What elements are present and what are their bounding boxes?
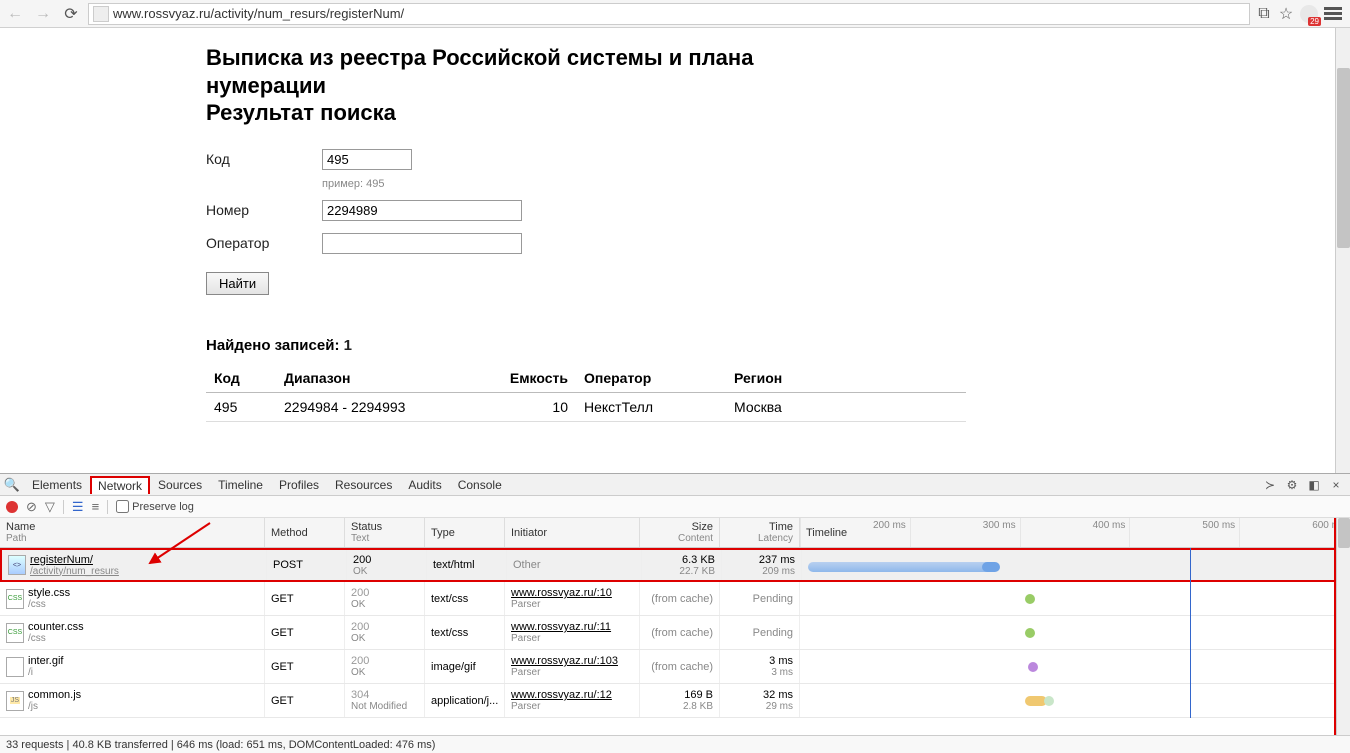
clear-button[interactable]: ⊘ — [26, 499, 37, 515]
js-file-icon — [6, 691, 24, 711]
hint-code: пример: 495 — [322, 178, 1335, 190]
th-region: Регион — [726, 364, 966, 393]
page-scrollbar[interactable] — [1335, 28, 1350, 473]
network-row[interactable]: style.css/css GET 200OK text/css www.ros… — [0, 582, 1350, 616]
tab-audits[interactable]: Audits — [400, 475, 449, 495]
page-content: Выписка из реестра Российской системы и … — [0, 28, 1335, 473]
tab-elements[interactable]: Elements — [24, 475, 90, 495]
devtools-search-icon[interactable]: 🔍 — [0, 477, 24, 493]
devtools-status: 33 requests | 40.8 KB transferred | 646 … — [0, 735, 1350, 753]
back-button[interactable]: ← — [4, 3, 26, 25]
result-table: Код Диапазон Емкость Оператор Регион 495… — [206, 364, 966, 422]
css-file-icon — [6, 589, 24, 609]
network-row[interactable]: <>registerNum//activity/num_resurs POST … — [0, 548, 1350, 582]
tab-sources[interactable]: Sources — [150, 475, 210, 495]
gif-file-icon — [6, 657, 24, 677]
code-input[interactable] — [322, 149, 412, 170]
page-icon — [93, 6, 109, 22]
th-range: Диапазон — [276, 364, 496, 393]
view-large-icon[interactable]: ☰ — [72, 499, 84, 515]
tab-timeline[interactable]: Timeline — [210, 475, 271, 495]
table-row: 495 2294984 - 2294993 10 НекстТелл Москв… — [206, 392, 966, 421]
page-title: Выписка из реестра Российской системы и … — [206, 44, 1335, 127]
find-button[interactable]: Найти — [206, 272, 269, 295]
url-bar[interactable]: www.rossvyaz.ru/activity/num_resurs/regi… — [88, 3, 1250, 25]
tab-profiles[interactable]: Profiles — [271, 475, 327, 495]
th-oper: Оператор — [576, 364, 726, 393]
tab-console[interactable]: Console — [450, 475, 510, 495]
devtools: 🔍 Elements Network Sources Timeline Prof… — [0, 473, 1350, 753]
label-number: Номер — [206, 202, 322, 218]
tab-network[interactable]: Network — [90, 476, 150, 494]
extension-badge[interactable] — [1300, 5, 1318, 23]
settings-icon[interactable]: ⚙ — [1284, 477, 1300, 493]
devtools-controls: ⊘ ▽ ☰ ≡ Preserve log — [0, 496, 1350, 518]
close-icon[interactable]: × — [1328, 477, 1344, 493]
filter-icon[interactable]: ▽ — [45, 499, 55, 515]
dock-icon[interactable]: ◧ — [1306, 477, 1322, 493]
record-button[interactable] — [6, 501, 18, 513]
star-icon[interactable]: ☆ — [1278, 6, 1294, 22]
network-row[interactable]: common.js/js GET 304Not Modified applica… — [0, 684, 1350, 718]
html-file-icon: <> — [8, 555, 26, 575]
label-operator: Оператор — [206, 235, 322, 251]
menu-icon[interactable] — [1324, 7, 1342, 20]
number-input[interactable] — [322, 200, 522, 221]
label-code: Код — [206, 151, 322, 167]
tab-resources[interactable]: Resources — [327, 475, 400, 495]
th-code: Код — [206, 364, 276, 393]
reload-button[interactable]: ⟳ — [60, 3, 82, 25]
operator-input[interactable] — [322, 233, 522, 254]
css-file-icon — [6, 623, 24, 643]
duplicate-icon[interactable]: ⧉ — [1256, 6, 1272, 22]
found-records: Найдено записей: 1 — [206, 337, 1335, 354]
drawer-icon[interactable]: ≻ — [1262, 477, 1278, 493]
devtools-tabs: 🔍 Elements Network Sources Timeline Prof… — [0, 474, 1350, 496]
devtools-scrollbar[interactable] — [1336, 518, 1350, 735]
th-cap: Емкость — [496, 364, 576, 393]
network-row[interactable]: inter.gif/i GET 200OK image/gif www.ross… — [0, 650, 1350, 684]
view-small-icon[interactable]: ≡ — [92, 499, 100, 514]
preserve-log[interactable]: Preserve log — [116, 500, 194, 513]
forward-button[interactable]: → — [32, 3, 54, 25]
url-text: www.rossvyaz.ru/activity/num_resurs/regi… — [113, 6, 404, 21]
browser-toolbar: ← → ⟳ www.rossvyaz.ru/activity/num_resur… — [0, 0, 1350, 28]
preserve-checkbox[interactable] — [116, 500, 129, 513]
network-row[interactable]: counter.css/css GET 200OK text/css www.r… — [0, 616, 1350, 650]
network-table: NamePath Method StatusText Type Initiato… — [0, 518, 1350, 735]
